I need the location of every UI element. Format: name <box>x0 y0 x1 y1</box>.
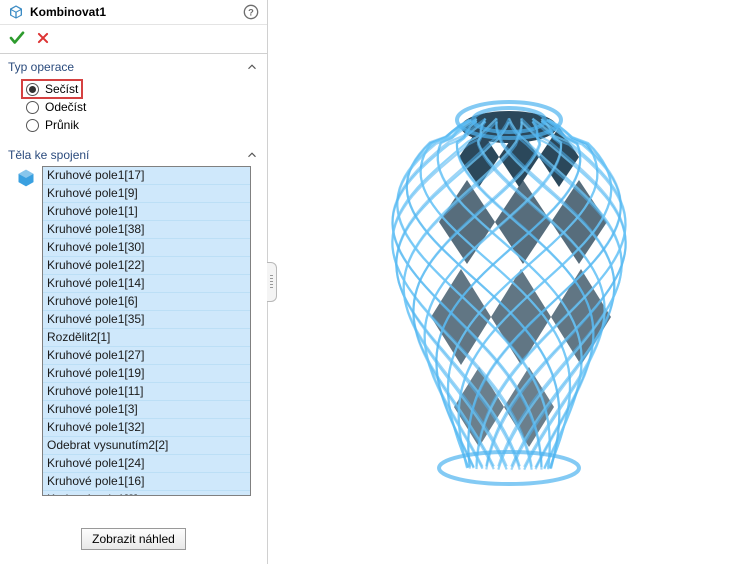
list-item[interactable]: Rozdělit2[1] <box>43 329 250 347</box>
operation-type-section: Typ operace Sečíst Odečíst Průnik <box>0 54 267 142</box>
radio-intersect[interactable]: Průnik <box>26 116 259 134</box>
panel-header: Kombinovat1 ? <box>0 0 267 25</box>
list-item[interactable]: Kruhové pole1[19] <box>43 365 250 383</box>
confirm-row <box>0 25 267 54</box>
panel-title: Kombinovat1 <box>30 5 237 19</box>
radio-add[interactable]: Sečíst <box>22 80 82 98</box>
list-item[interactable]: Kruhové pole1[22] <box>43 257 250 275</box>
list-item[interactable]: Kruhové pole1[17] <box>43 167 250 185</box>
list-item[interactable]: Kruhové pole1[14] <box>43 275 250 293</box>
chevron-up-icon <box>245 60 259 74</box>
property-panel: Kombinovat1 ? Typ operace Sečíst Odečíst <box>0 0 268 564</box>
solid-body-icon[interactable] <box>16 168 36 188</box>
operation-type-title: Typ operace <box>8 60 74 74</box>
list-item[interactable]: Odebrat vysunutím2[2] <box>43 437 250 455</box>
list-item[interactable]: Kruhové pole1[24] <box>43 455 250 473</box>
list-item[interactable]: Kruhové pole1[32] <box>43 419 250 437</box>
radio-add-indicator <box>26 83 39 96</box>
feature-cube-icon <box>8 4 24 20</box>
radio-intersect-indicator <box>26 119 39 132</box>
list-item[interactable]: Kruhové pole1[30] <box>43 239 250 257</box>
bodies-listbox[interactable]: Kruhové pole1[17]Kruhové pole1[9]Kruhové… <box>42 166 251 496</box>
preview-row: Zobrazit náhled <box>8 520 259 560</box>
list-item[interactable]: Kruhové pole1[1] <box>43 203 250 221</box>
operation-radio-group: Sečíst Odečíst Průnik <box>8 78 259 138</box>
list-item[interactable]: Kruhové pole1[9] <box>43 185 250 203</box>
help-icon[interactable]: ? <box>243 4 259 20</box>
radio-add-label: Sečíst <box>45 82 78 96</box>
operation-type-header[interactable]: Typ operace <box>8 60 259 78</box>
radio-intersect-label: Průnik <box>45 118 79 132</box>
model-render <box>339 72 679 492</box>
model-vase <box>339 72 679 492</box>
bodies-header[interactable]: Těla ke spojení <box>8 148 259 166</box>
list-item[interactable]: Kruhové pole1[35] <box>43 311 250 329</box>
radio-subtract[interactable]: Odečíst <box>26 98 259 116</box>
list-item[interactable]: Kruhové pole1[27] <box>43 347 250 365</box>
bodies-title: Těla ke spojení <box>8 148 89 162</box>
radio-subtract-label: Odečíst <box>45 100 86 114</box>
panel-collapse-handle[interactable] <box>267 262 277 302</box>
svg-text:?: ? <box>248 7 254 17</box>
bodies-row: Kruhové pole1[17]Kruhové pole1[9]Kruhové… <box>8 166 259 520</box>
list-item[interactable]: Kruhové pole1[38] <box>43 221 250 239</box>
list-item[interactable]: Kruhové pole1[11] <box>43 383 250 401</box>
radio-subtract-indicator <box>26 101 39 114</box>
chevron-up-icon <box>245 148 259 162</box>
list-item[interactable]: Kruhové pole1[6] <box>43 293 250 311</box>
list-item[interactable]: Kruhové pole1[16] <box>43 473 250 491</box>
list-item[interactable]: Kruhové pole1[3] <box>43 401 250 419</box>
cancel-icon[interactable] <box>36 31 50 45</box>
3d-viewport[interactable] <box>268 0 750 564</box>
list-item[interactable]: Kruhové pole1[8] <box>43 491 250 496</box>
bodies-section: Těla ke spojení Kruhové pole1[17]Kruhové… <box>0 142 267 564</box>
ok-icon[interactable] <box>8 29 26 47</box>
preview-button[interactable]: Zobrazit náhled <box>81 528 186 550</box>
